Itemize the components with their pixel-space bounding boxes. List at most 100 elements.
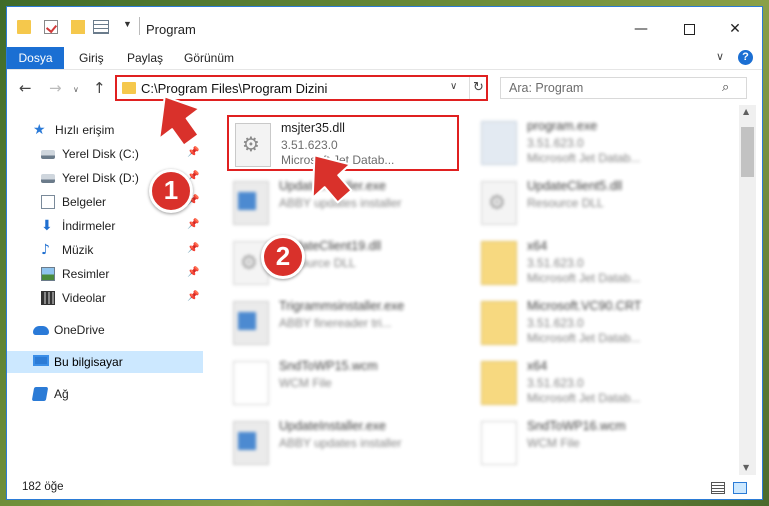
- star-icon: ★: [33, 122, 46, 138]
- file-version: 3.51.623.0: [527, 316, 584, 330]
- file-description: Microsoft Jet Datab...: [527, 271, 641, 285]
- step-1-badge: 1: [149, 169, 193, 213]
- file-item[interactable]: SndToWP16.wcm WCM File: [475, 415, 707, 471]
- sidebar-item-music[interactable]: ♪ Müzik 📌: [7, 239, 203, 261]
- maximize-icon: [683, 23, 695, 35]
- pin-icon[interactable]: 📌: [187, 267, 199, 278]
- search-box[interactable]: Ara: Program ⌕: [500, 77, 747, 99]
- properties-icon[interactable]: [44, 20, 58, 34]
- file-name: UpdateInstaller.exe: [279, 419, 387, 433]
- sidebar-item-quick-access[interactable]: ★ Hızlı erişim: [7, 119, 203, 141]
- file-version: 3.51.623.0: [527, 136, 584, 150]
- window-title: Program: [146, 22, 196, 37]
- file-description: WCM File: [527, 436, 580, 450]
- sidebar-item-network[interactable]: Ağ: [7, 383, 203, 405]
- file-description: ABBY updates installer: [279, 436, 402, 450]
- network-icon: [31, 387, 49, 401]
- details-view-icon[interactable]: [711, 482, 725, 494]
- tab-share[interactable]: Paylaş: [127, 48, 163, 69]
- file-item[interactable]: x64 3.51.623.0 Microsoft Jet Datab...: [475, 355, 707, 411]
- sidebar-item-videos[interactable]: Videolar 📌: [7, 287, 203, 309]
- chevron-down-icon[interactable]: ∨: [450, 81, 457, 92]
- pin-icon[interactable]: 📌: [187, 291, 199, 302]
- vertical-scrollbar[interactable]: ▲ ▼: [739, 105, 756, 475]
- close-button[interactable]: ✕: [712, 15, 758, 43]
- pin-icon[interactable]: 📌: [187, 243, 199, 254]
- scroll-down-icon[interactable]: ▼: [743, 463, 749, 472]
- file-name: x64: [527, 359, 548, 373]
- tiles-view-icon[interactable]: [733, 482, 747, 494]
- file-name: Microsoft.VC90.CRT: [527, 299, 642, 313]
- sidebar-item-label: Ağ: [54, 387, 69, 401]
- sidebar-item-pictures[interactable]: Resimler 📌: [7, 263, 203, 285]
- quick-access-dropdown-icon[interactable]: ▼: [123, 19, 132, 29]
- minimize-button[interactable]: —: [618, 15, 664, 43]
- file-list: msjter35.dll 3.51.623.0 Microsoft Jet Da…: [203, 105, 739, 475]
- file-item[interactable]: UpdateInstaller.exe ABBY updates install…: [227, 175, 459, 231]
- file-item[interactable]: UpdateClient5.dll Resource DLL: [475, 175, 707, 231]
- file-version: 3.51.623.0: [527, 256, 584, 270]
- folder-icon: [481, 301, 517, 345]
- pin-icon[interactable]: 📌: [187, 147, 199, 158]
- title-separator: [139, 17, 140, 35]
- new-folder-icon[interactable]: [71, 20, 85, 34]
- sidebar-item-downloads[interactable]: ⬇ İndirmeler 📌: [7, 215, 203, 237]
- refresh-button[interactable]: ↻: [469, 77, 487, 99]
- folder-icon: [481, 361, 517, 405]
- pin-icon[interactable]: 📌: [187, 219, 199, 230]
- file-icon: [233, 361, 269, 405]
- folder-icon: [122, 82, 136, 94]
- file-description: ABBY finereader tri...: [279, 316, 392, 330]
- file-item[interactable]: Trigrammsinstaller.exe ABBY finereader t…: [227, 295, 459, 351]
- download-icon: ⬇: [41, 218, 53, 234]
- folder-icon[interactable]: [17, 20, 31, 34]
- view-icon[interactable]: [93, 20, 109, 34]
- navigation-bar: ← → ∨ ↑ C:\Program Files\Program Dizini …: [7, 69, 762, 105]
- onedrive-icon: [33, 326, 49, 335]
- file-item[interactable]: x64 3.51.623.0 Microsoft Jet Datab...: [475, 235, 707, 291]
- file-item-msjter35-dll[interactable]: msjter35.dll 3.51.623.0 Microsoft Jet Da…: [227, 115, 459, 171]
- exe-icon: [233, 421, 269, 465]
- file-version: 3.51.623.0: [281, 138, 338, 152]
- file-description: Microsoft Jet Datab...: [527, 391, 641, 405]
- disk-icon: [41, 174, 55, 183]
- sidebar-item-label: OneDrive: [54, 323, 105, 337]
- scrollbar-thumb[interactable]: [741, 127, 754, 177]
- status-bar: 182 öğe: [7, 475, 762, 499]
- address-path[interactable]: C:\Program Files\Program Dizini: [141, 81, 327, 96]
- tab-file[interactable]: Dosya: [7, 47, 64, 69]
- sidebar-item-label: Belgeler: [62, 195, 107, 209]
- up-button[interactable]: ↑: [93, 79, 106, 97]
- help-button[interactable]: ?: [738, 50, 753, 65]
- tab-view[interactable]: Görünüm: [184, 48, 234, 69]
- recent-locations-icon[interactable]: ∨: [73, 85, 79, 94]
- app-icon: [481, 121, 517, 165]
- search-placeholder[interactable]: Ara: Program: [509, 81, 583, 95]
- sidebar-item-label: Resimler: [62, 267, 110, 281]
- sidebar-item-onedrive[interactable]: OneDrive: [7, 319, 203, 341]
- file-item[interactable]: SndToWP15.wcm WCM File: [227, 355, 459, 411]
- pictures-icon: [41, 267, 55, 281]
- back-button[interactable]: ←: [19, 79, 32, 97]
- file-item[interactable]: UpdateInstaller.exe ABBY updates install…: [227, 415, 459, 471]
- search-icon[interactable]: ⌕: [722, 80, 729, 95]
- forward-button[interactable]: →: [49, 79, 62, 97]
- sidebar-item-label: Videolar: [62, 291, 106, 305]
- sidebar-item-local-disk-c[interactable]: Yerel Disk (C:) 📌: [7, 143, 203, 165]
- maximize-button[interactable]: [666, 15, 712, 43]
- file-name: UpdateInstaller.exe: [279, 179, 387, 193]
- file-description: Microsoft Jet Datab...: [281, 153, 395, 167]
- file-name: UpdateClient5.dll: [527, 179, 623, 193]
- file-item[interactable]: program.exe 3.51.623.0 Microsoft Jet Dat…: [475, 115, 707, 171]
- sidebar-item-this-pc[interactable]: Bu bilgisayar: [7, 351, 203, 373]
- address-bar[interactable]: C:\Program Files\Program Dizini ∨ ↻: [115, 75, 488, 101]
- item-count: 182 öğe: [22, 481, 64, 493]
- file-description: ABBY updates installer: [279, 196, 402, 210]
- file-name: x64: [527, 239, 548, 253]
- tab-home[interactable]: Giriş: [79, 48, 104, 69]
- expand-ribbon-icon[interactable]: ∨: [716, 50, 724, 63]
- title-bar: ▼ Program — ✕: [7, 7, 762, 45]
- file-item[interactable]: Microsoft.VC90.CRT 3.51.623.0 Microsoft …: [475, 295, 707, 351]
- sidebar-item-label: Müzik: [62, 243, 94, 257]
- scroll-up-icon[interactable]: ▲: [743, 107, 749, 116]
